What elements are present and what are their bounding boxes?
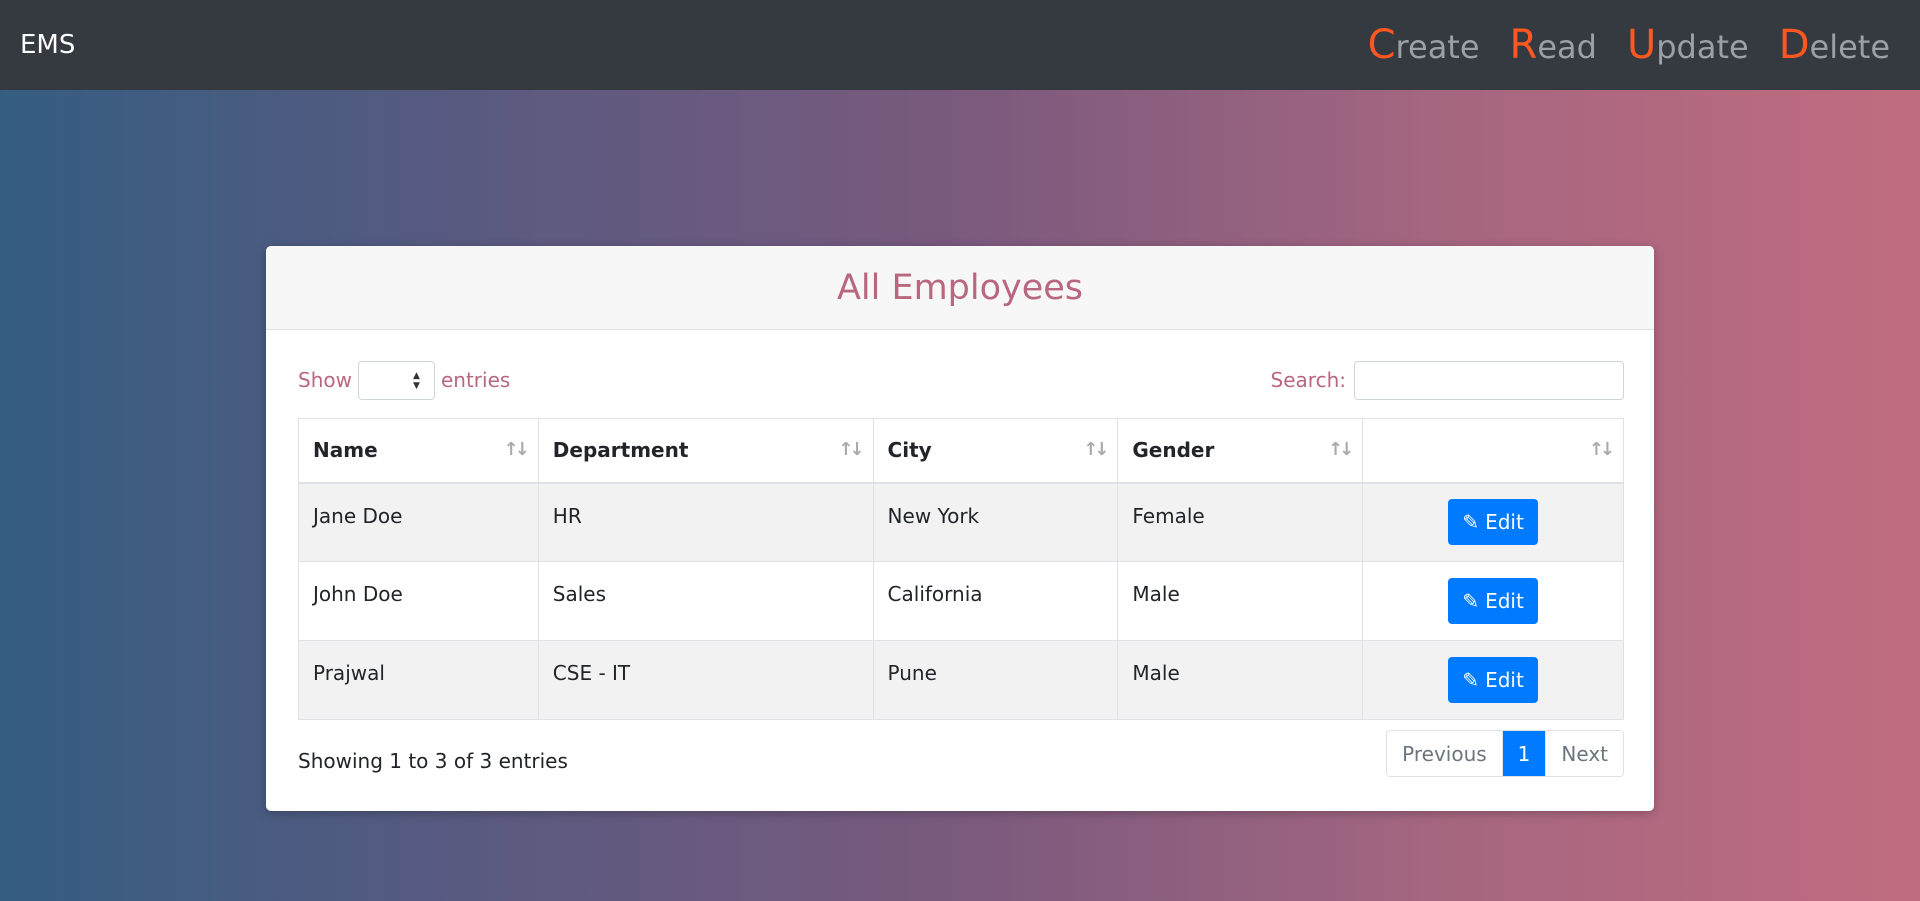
edit-button-label: Edit <box>1485 510 1524 535</box>
nav-delete-initial: D <box>1778 22 1810 68</box>
previous-button[interactable]: Previous <box>1387 731 1503 776</box>
nav-delete-link[interactable]: Delete <box>1779 22 1890 68</box>
entries-select[interactable]: ▲ ▼ <box>357 360 435 400</box>
header-department[interactable]: Department ↑↓ <box>537 418 874 484</box>
nav-read-link[interactable]: Read <box>1510 22 1597 68</box>
table-header-row: Name ↑↓ Department ↑↓ City ↑↓ Gender ↑↓ ↑↓ <box>298 418 1624 484</box>
cell-action: ✎ Edit <box>1362 561 1624 641</box>
sort-arrows-icon: ↑↓ <box>838 439 864 460</box>
page-title: All Employees <box>836 267 1084 308</box>
nav-create-initial: C <box>1367 22 1396 68</box>
header-action[interactable]: ↑↓ <box>1362 418 1624 484</box>
sort-arrows-icon: ↑↓ <box>1083 439 1109 460</box>
header-gender-label: Gender <box>1132 438 1215 463</box>
edit-button-label: Edit <box>1485 668 1524 692</box>
header-city[interactable]: City ↑↓ <box>872 418 1119 484</box>
nav-create-link[interactable]: Create <box>1368 22 1480 68</box>
edit-button[interactable]: ✎ Edit <box>1448 499 1538 546</box>
cell-city: New York <box>872 482 1119 562</box>
table-controls: Show ▲ ▼ entries Search: <box>298 360 1624 400</box>
show-entries-group: Show ▲ ▼ entries <box>298 360 511 400</box>
cell-department: CSE - IT <box>537 640 874 720</box>
cell-action: ✎ Edit <box>1362 640 1624 720</box>
nav-update-link[interactable]: Update <box>1627 22 1749 68</box>
card-header: All Employees <box>266 246 1654 330</box>
employees-table: Name ↑↓ Department ↑↓ City ↑↓ Gender ↑↓ ↑↓ J… <box>298 418 1624 720</box>
nav-update-initial: U <box>1626 22 1657 68</box>
edit-button[interactable]: ✎ Edit <box>1448 578 1538 624</box>
select-arrows-icon: ▲ ▼ <box>413 370 420 391</box>
card-body: Show ▲ ▼ entries Search: Name ↑↓ Departmen… <box>266 330 1654 777</box>
cell-action: ✎ Edit <box>1362 482 1624 562</box>
edit-button[interactable]: ✎ Edit <box>1448 657 1538 703</box>
table-row: Prajwal CSE - IT Pune Male ✎ Edit <box>298 640 1624 720</box>
nav-read-initial: R <box>1509 22 1538 68</box>
cell-name: Jane Doe <box>298 482 539 562</box>
nav-links: Create Read Update Delete <box>1368 22 1900 68</box>
cell-department: Sales <box>537 561 874 641</box>
cell-city: Pune <box>872 640 1119 720</box>
header-city-label: City <box>887 438 932 463</box>
navbar: EMS Create Read Update Delete <box>0 0 1920 90</box>
cell-city: California <box>872 561 1119 641</box>
header-name-label: Name <box>313 438 378 463</box>
nav-delete-rest: elete <box>1809 28 1891 66</box>
header-name[interactable]: Name ↑↓ <box>298 418 539 484</box>
entries-label: entries <box>440 368 511 392</box>
table-row: John Doe Sales California Male ✎ Edit <box>298 561 1624 641</box>
sort-arrows-icon: ↑↓ <box>503 439 530 460</box>
cell-gender: Male <box>1117 561 1364 641</box>
pencil-icon: ✎ <box>1462 589 1480 613</box>
sort-arrows-icon: ↑↓ <box>1328 439 1354 460</box>
nav-update-rest: pdate <box>1656 28 1749 66</box>
brand-logo[interactable]: EMS <box>20 30 75 60</box>
nav-create-rest: reate <box>1395 28 1480 66</box>
pencil-icon: ✎ <box>1462 668 1480 692</box>
edit-button-label: Edit <box>1485 589 1524 613</box>
cell-gender: Male <box>1117 640 1364 720</box>
sort-arrows-icon: ↑↓ <box>1588 439 1615 460</box>
next-button[interactable]: Next <box>1546 731 1623 776</box>
pagination: Previous 1 Next <box>1386 730 1624 777</box>
cell-name: Prajwal <box>298 640 539 720</box>
employees-card: All Employees Show ▲ ▼ entries Search: Na… <box>266 246 1654 811</box>
table-footer: Showing 1 to 3 of 3 entries Previous 1 N… <box>298 730 1624 777</box>
search-label: Search: <box>1270 368 1346 392</box>
table-info: Showing 1 to 3 of 3 entries <box>298 748 568 773</box>
search-input[interactable] <box>1354 360 1624 400</box>
search-group: Search: <box>1270 360 1624 400</box>
table-row: Jane Doe HR New York Female ✎ Edit <box>298 482 1624 562</box>
cell-gender: Female <box>1117 482 1364 562</box>
page-1-button[interactable]: 1 <box>1502 731 1547 776</box>
show-label: Show <box>298 368 352 392</box>
header-department-label: Department <box>552 438 689 463</box>
header-gender[interactable]: Gender ↑↓ <box>1117 418 1364 484</box>
nav-read-rest: ead <box>1537 28 1597 66</box>
cell-department: HR <box>537 482 874 562</box>
pencil-icon: ✎ <box>1462 510 1480 535</box>
cell-name: John Doe <box>298 561 539 641</box>
